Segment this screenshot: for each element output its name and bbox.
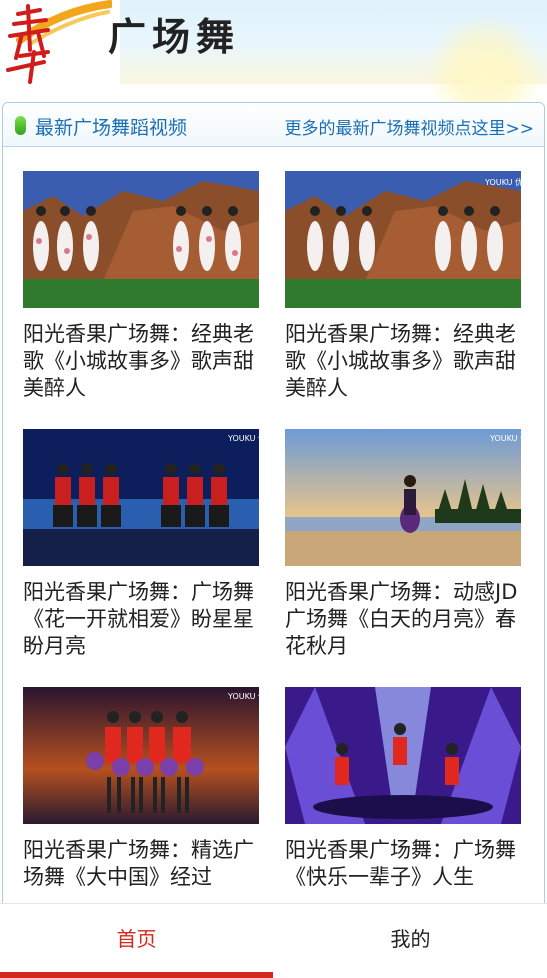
active-tab-indicator [0, 972, 273, 978]
nav-home-tab[interactable]: 首页 [0, 904, 273, 978]
video-title[interactable]: 阳光香果广场舞：广场舞《花一开就相爱》盼星星盼月亮 [23, 579, 259, 660]
youku-watermark: YOUKU 优酷 [489, 433, 521, 443]
page-header: 广场舞 [0, 0, 547, 128]
green-bullet-icon [15, 116, 26, 135]
site-title: 广场舞 [108, 15, 241, 59]
pompom-dancers-thumbnail[interactable]: YOUKU 优酷 [23, 687, 259, 824]
purple-stage-dancers-thumbnail[interactable] [285, 687, 521, 824]
stage-dancers-thumbnail[interactable]: YOUKU 优酷 [23, 429, 259, 566]
dance-calligraphy-logo-icon [6, 0, 112, 84]
video-title[interactable]: 阳光香果广场舞：广场舞《快乐一辈子》人生 [285, 837, 521, 891]
more-videos-link[interactable]: 更多的最新广场舞视频点这里>> [285, 114, 535, 139]
video-title[interactable]: 阳光香果广场舞：动感JD广场舞《白天的月亮》春花秋月 [285, 579, 521, 660]
panel-title: 最新广场舞蹈视频 [35, 117, 188, 139]
beach-dancer-thumbnail[interactable]: YOUKU 优酷 [285, 429, 521, 566]
video-title[interactable]: 阳光香果广场舞：精选广场舞《大中国》经过 [23, 837, 259, 891]
canyon-dancers-thumbnail[interactable] [23, 171, 259, 308]
video-title[interactable]: 阳光香果广场舞：经典老歌《小城故事多》歌声甜美醉人 [285, 321, 521, 402]
youku-watermark: YOUKU 优酷 [227, 433, 259, 443]
youku-watermark: YOUKU 优酷 [227, 691, 259, 701]
latest-videos-panel: 最新广场舞蹈视频 更多的最新广场舞视频点这里>> 阳光香果广场舞：经典老歌《小城… [2, 102, 545, 924]
youku-watermark: YOUKU 优酷 [484, 177, 521, 187]
panel-header: 最新广场舞蹈视频 更多的最新广场舞视频点这里>> [3, 103, 544, 147]
canyon-dancers-thumbnail[interactable]: YOUKU 优酷 [285, 171, 521, 308]
bottom-nav: 首页 我的 [0, 903, 547, 978]
nav-mine-tab[interactable]: 我的 [274, 904, 547, 978]
nav-mine-label[interactable]: 我的 [391, 927, 431, 951]
nav-home-label[interactable]: 首页 [117, 927, 157, 951]
video-title[interactable]: 阳光香果广场舞：经典老歌《小城故事多》歌声甜美醉人 [23, 321, 259, 402]
